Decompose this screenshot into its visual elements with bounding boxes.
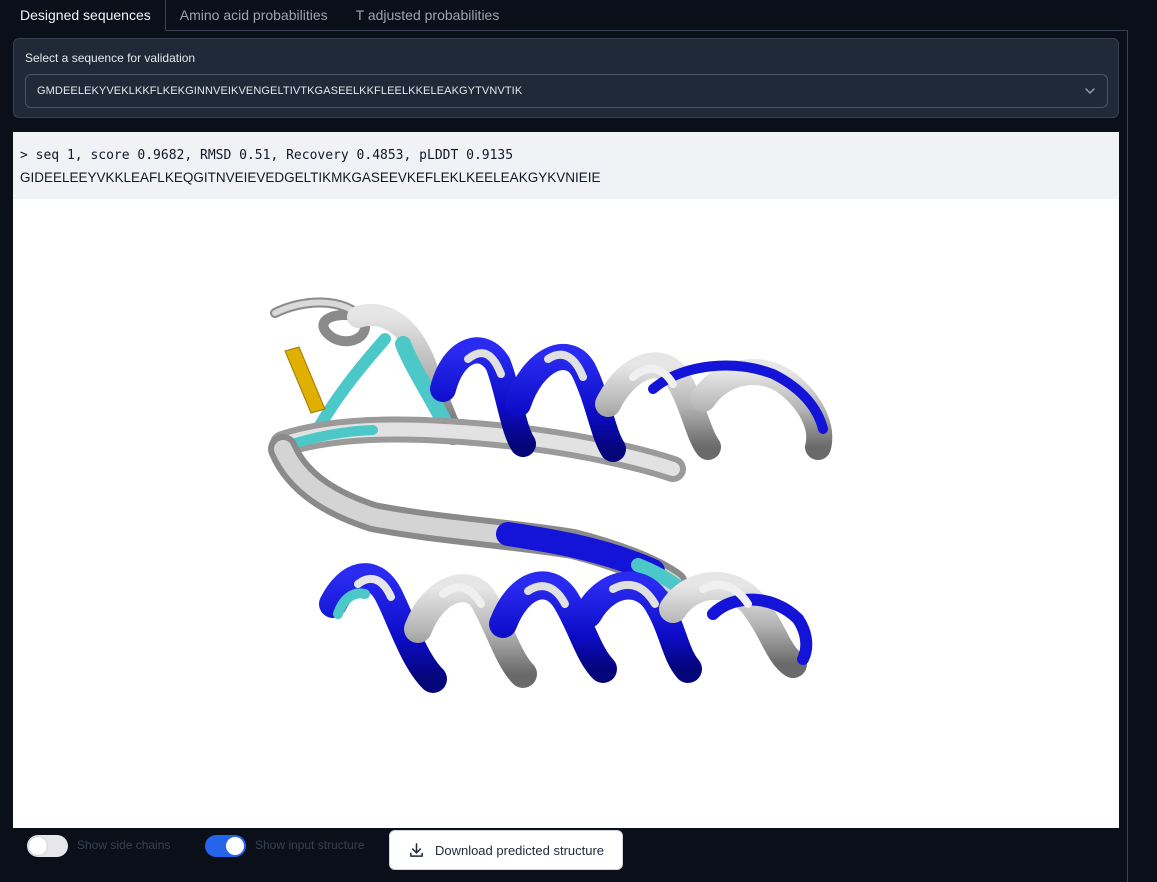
sequence-output: > seq 1, score 0.9682, RMSD 0.51, Recove…: [13, 132, 1119, 199]
tab-amino-acid-probabilities[interactable]: Amino acid probabilities: [166, 0, 342, 30]
panel-border: [1127, 30, 1128, 882]
structure-viewer[interactable]: [13, 199, 1119, 828]
sequence-select-block: Select a sequence for validation GMDEELE…: [13, 38, 1119, 118]
show-input-structure-toggle[interactable]: [205, 835, 246, 857]
download-button-label: Download predicted structure: [434, 842, 605, 858]
toggle-knob: [29, 837, 47, 855]
viewer-controls: Show side chains Show input structure Do…: [0, 828, 1128, 882]
tab-t-adjusted-probabilities[interactable]: T adjusted probabilities: [342, 0, 514, 30]
show-side-chains-label: Show side chains: [77, 838, 171, 852]
chevron-down-icon: [1085, 88, 1095, 94]
sequence-header: > seq 1, score 0.9682, RMSD 0.51, Recove…: [20, 148, 514, 163]
tab-designed-sequences[interactable]: Designed sequences: [0, 0, 166, 31]
show-input-structure-label: Show input structure: [255, 838, 365, 852]
show-side-chains-toggle[interactable]: [27, 835, 68, 857]
download-structure-button[interactable]: Download predicted structure: [389, 830, 623, 870]
download-icon: [410, 842, 423, 857]
toggle-knob: [226, 837, 244, 855]
sequence-dropdown[interactable]: GMDEELEKYVEKLKKFLKEKGINNVEIKVENGELTIVTKG…: [25, 74, 1108, 108]
sequence-dropdown-value: GMDEELEKYVEKLKKFLKEKGINNVEIKVENGELTIVTKG…: [37, 85, 523, 97]
protein-structure-render: [268, 297, 833, 693]
select-label: Select a sequence for validation: [25, 51, 196, 65]
tab-bar: Designed sequences Amino acid probabilit…: [0, 0, 1128, 31]
sequence-text: GIDEELEEYVKKLEAFLKEQGITNVEIEVEDGELTIKMKG…: [20, 170, 601, 185]
